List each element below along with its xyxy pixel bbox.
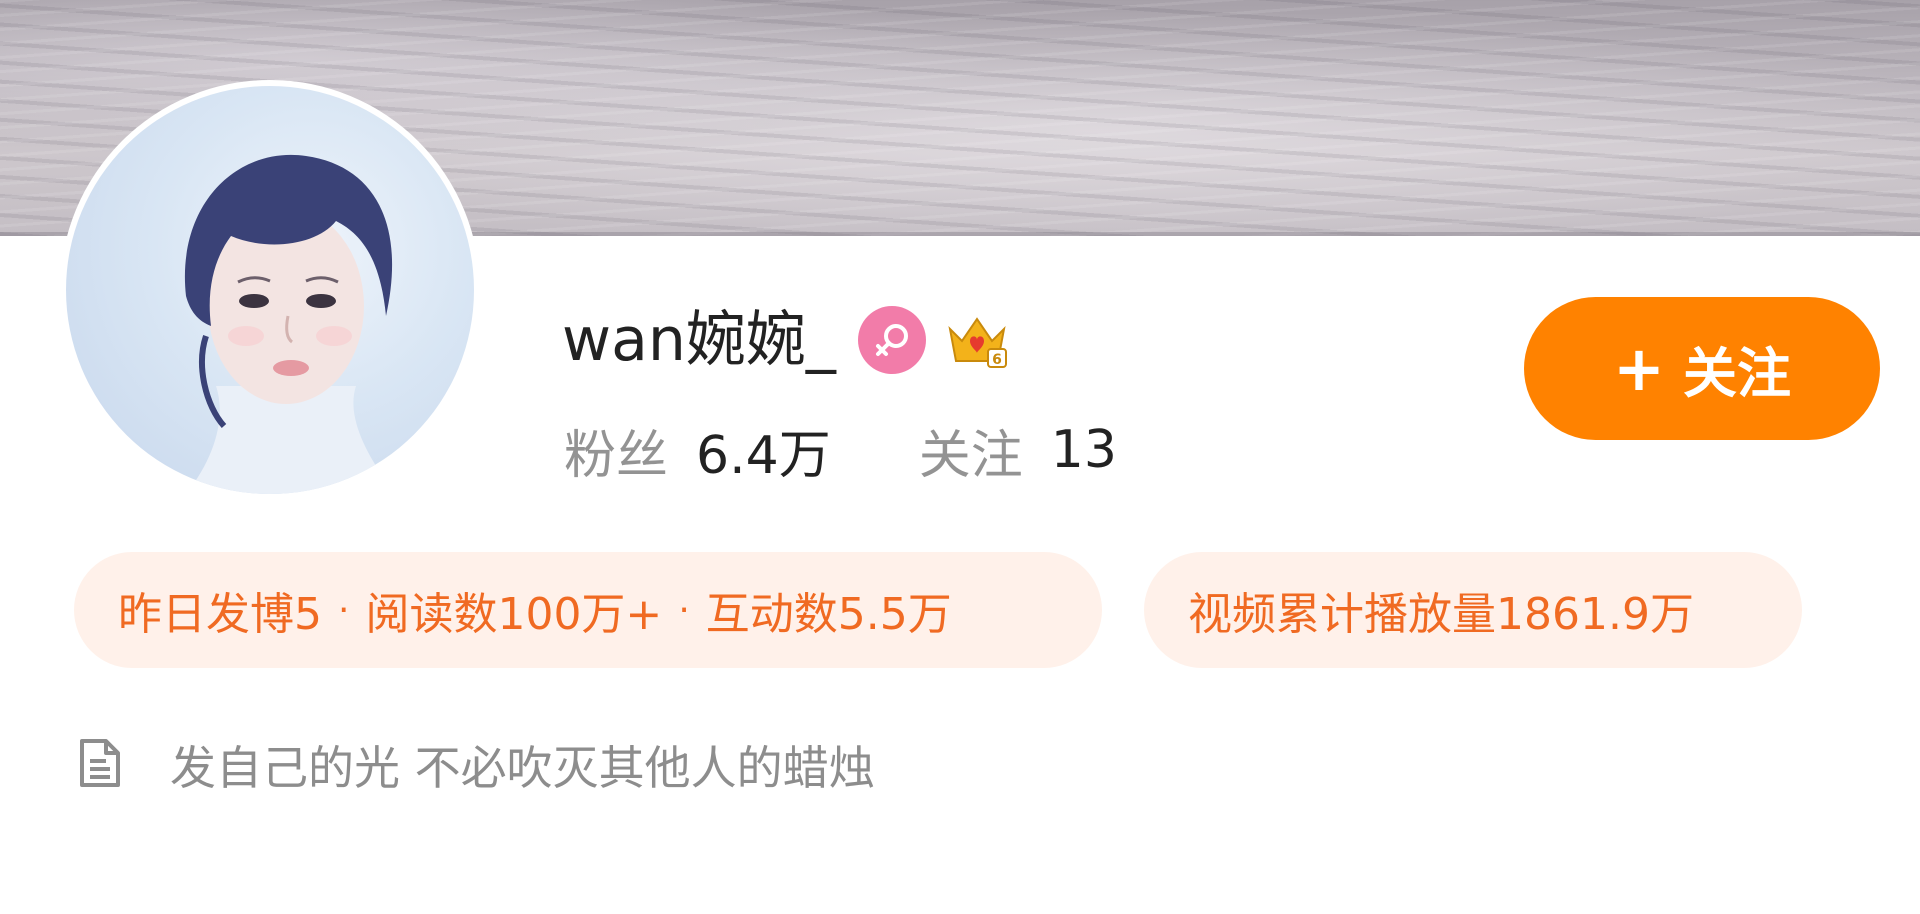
video-plays-pill[interactable]: 视频累计播放量1861.9万 bbox=[1144, 552, 1802, 668]
bio-row: 发自己的光 不必吹灭其他人的蜡烛 bbox=[76, 730, 875, 800]
posts-yesterday: 昨日发博5 bbox=[118, 589, 322, 640]
fans-label[interactable]: 粉丝 bbox=[564, 413, 668, 488]
interaction-count: 互动数5.5万 bbox=[705, 589, 952, 640]
fans-count[interactable]: 6.4万 bbox=[696, 413, 831, 488]
document-icon bbox=[76, 737, 124, 793]
read-count: 阅读数100万+ bbox=[365, 589, 663, 640]
bio-text: 发自己的光 不必吹灭其他人的蜡烛 bbox=[170, 741, 875, 795]
stats-row: 粉丝 6.4万 关注 13 bbox=[564, 412, 1117, 488]
separator-dot: · bbox=[338, 589, 350, 631]
follow-button[interactable]: + 关注 bbox=[1524, 297, 1880, 440]
video-play-count: 视频累计播放量1861.9万 bbox=[1188, 589, 1694, 640]
female-icon bbox=[857, 306, 926, 374]
plus-icon: + bbox=[1613, 331, 1665, 405]
username: wan婉婉_ bbox=[562, 305, 836, 375]
avatar-portrait bbox=[184, 154, 396, 494]
crown-vip-icon[interactable]: 6 bbox=[944, 307, 1010, 373]
following-count[interactable]: 13 bbox=[1051, 420, 1117, 480]
profile-page: wan婉婉_ 6 粉丝 6.4万 关注 13 + 关注 昨日发博5 · 阅读数1… bbox=[0, 0, 1920, 914]
avatar[interactable] bbox=[66, 86, 474, 494]
follow-button-label: 关注 bbox=[1682, 342, 1791, 405]
activity-pill[interactable]: 昨日发博5 · 阅读数100万+ · 互动数5.5万 bbox=[74, 552, 1102, 668]
name-row: wan婉婉_ 6 bbox=[562, 298, 1010, 382]
separator-dot: · bbox=[678, 589, 690, 631]
vip-level: 6 bbox=[992, 352, 1002, 368]
following-label[interactable]: 关注 bbox=[919, 413, 1023, 488]
